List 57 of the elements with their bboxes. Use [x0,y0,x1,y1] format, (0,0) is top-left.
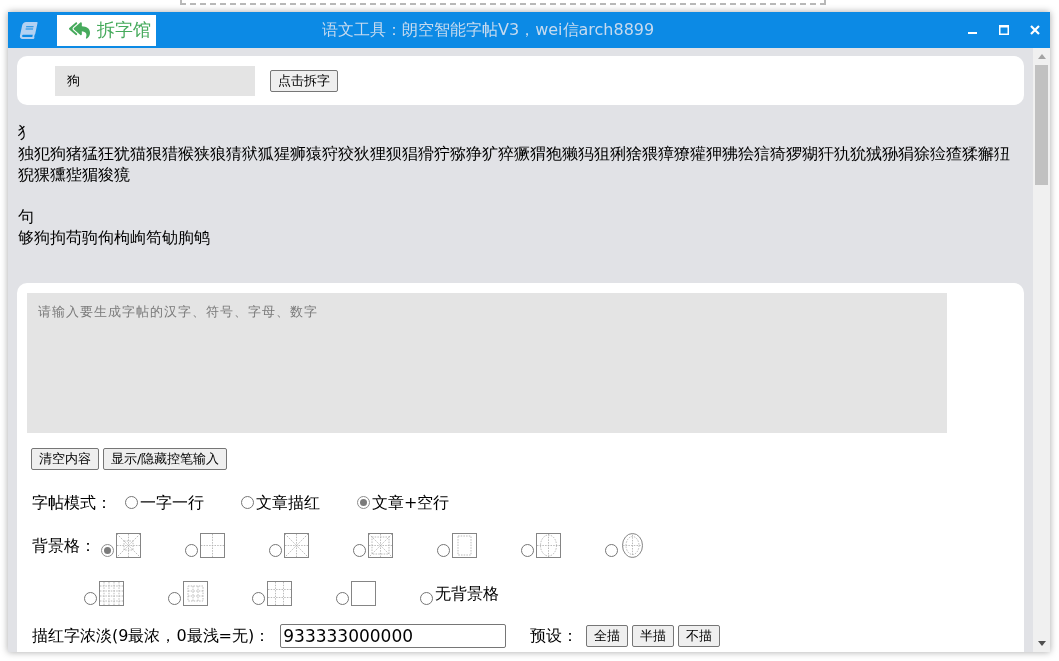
cross-grid-icon [200,533,225,558]
scrollbar[interactable] [1033,48,1050,652]
field-label: 字帖模式： [32,492,112,514]
radio-button[interactable] [168,592,181,605]
scrollbar-thumb[interactable] [1035,65,1048,185]
shade-input[interactable]: 933333000000 [280,624,507,648]
option-label[interactable]: 文章描红 [256,491,320,515]
radio-button[interactable] [252,592,265,605]
action-button[interactable]: 清空内容 [31,448,99,470]
double-back-arrow-icon [69,19,90,41]
radio-button[interactable] [357,496,370,509]
radio-button[interactable] [101,544,114,557]
empty-square-icon [351,581,376,606]
framed-box-icon [452,533,477,558]
dotted-grid-icon [267,581,292,606]
radio-button[interactable] [353,544,366,557]
option-label[interactable]: 一字一行 [140,491,204,515]
component-text: 句 [18,206,35,227]
radio-button[interactable] [605,544,618,557]
preset-button[interactable]: 全描 [586,625,629,647]
preset-button[interactable]: 不描 [678,625,721,647]
field-label: 背景格： [32,535,96,557]
option-label[interactable]: 文章+空行 [372,491,450,515]
maximize-icon [998,25,1009,35]
rice-grid-icon [368,533,393,558]
dotted-grid-icon [99,581,124,606]
action-button[interactable]: 显示/隐藏控笔输入 [103,448,228,470]
preset-button[interactable]: 半描 [632,625,675,647]
radio-button[interactable] [185,544,198,557]
text-input[interactable]: 请输入要生成字帖的汉字、符号、字母、数字 [27,293,947,433]
book-icon [18,21,39,39]
field-label: 描红字浓淡(9最浓，0最浅=无)： [32,625,271,647]
oval-grid-icon [620,533,645,558]
character-input[interactable]: 狗 [55,65,255,96]
dotted-grid-icon [183,581,208,606]
radio-button[interactable] [437,544,450,557]
scroll-down-icon[interactable] [1037,641,1046,646]
field-label: 预设： [530,625,579,647]
oval-grid-icon [536,533,561,558]
rice-grid-icon [284,533,309,558]
scroll-up-icon[interactable] [1037,54,1046,59]
radio-button[interactable] [241,496,254,509]
option-label[interactable]: 无背景格 [435,582,499,606]
radio-button[interactable] [125,496,138,509]
character-list: 独犯狗猪猛狂犹猫狠猎猴狭狼猜狱狐猩狮猿狩狡狄狸狈猖猾狞猕狰犷猝獗猬狍獭犸狙猁猞猥獐獠獾狎狒狯狺猗猡猢犴犰狁狨狲狷狳猃猹猱獬狃猊猓獯狴猸狻獍 [18,143,1018,185]
component-text: 犭 [18,122,35,143]
window-title: 语文工具：朗空智能字帖V3，wei信arch8899 [322,19,655,41]
radio-button[interactable] [521,544,534,557]
radio-button[interactable] [84,592,97,605]
radio-button[interactable] [336,592,349,605]
radio-button[interactable] [269,544,282,557]
character-list: 够狗拘苟驹佝枸岣笱劬朐鸲 [18,227,1018,248]
split-button[interactable]: 点击拆字 [270,69,338,92]
radio-button[interactable] [420,592,433,605]
close-icon [1029,25,1040,35]
minimize-icon [968,31,977,35]
rice-grid-icon [116,533,141,558]
